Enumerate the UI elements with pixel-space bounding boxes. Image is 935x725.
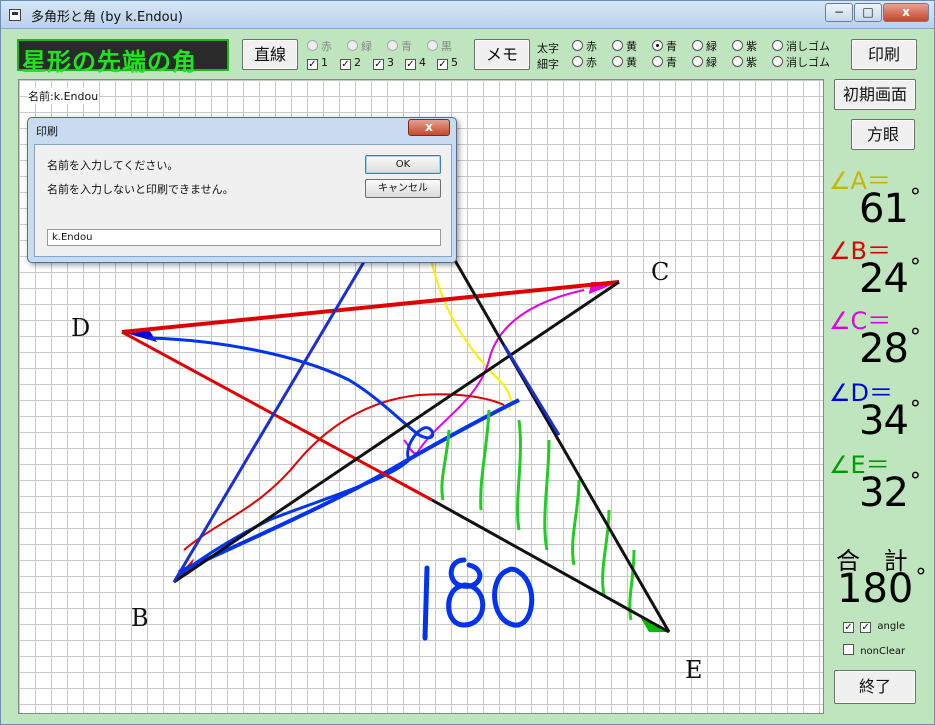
nonclear-checkbox-row[interactable]: nonClear: [843, 644, 905, 657]
close-button[interactable]: x: [883, 3, 929, 22]
radio-icon: [772, 40, 783, 51]
nonclear-label: nonClear: [860, 646, 906, 657]
memo-button[interactable]: メモ: [474, 39, 530, 70]
name-input[interactable]: [47, 229, 441, 246]
window-title: 多角形と角 (by k.Endou): [31, 10, 183, 25]
grid-toggle-button[interactable]: 方眼: [851, 119, 915, 150]
radio-icon: [307, 40, 318, 51]
maximize-button[interactable]: □: [854, 3, 882, 22]
dialog-body: 名前を入力してください。 名前を入力しないと印刷できません。 OK キャンセル: [34, 144, 452, 257]
thin-purple-radio[interactable]: 紫: [732, 56, 757, 70]
line-color-red-radio[interactable]: 赤: [307, 40, 332, 54]
minimize-button[interactable]: −: [825, 3, 853, 22]
angle-a-value: 61°: [859, 185, 921, 232]
checkmark-icon: ✓: [405, 59, 416, 70]
line-button[interactable]: 直線: [242, 39, 298, 70]
checkmark-icon: ✓: [437, 59, 448, 70]
dialog-message: 名前を入力してください。: [47, 159, 179, 172]
radio-icon: [772, 56, 783, 67]
radio-icon: [572, 40, 583, 51]
line-4-checkbox[interactable]: ✓ 4: [405, 56, 426, 70]
line-5-checkbox[interactable]: ✓ 5: [437, 56, 458, 70]
line-ae-blue: [502, 344, 561, 436]
line-color-green-radio[interactable]: 緑: [347, 40, 372, 54]
show-angle-checkbox[interactable]: ✓: [843, 622, 854, 633]
dialog-message: 名前を入力しないと印刷できません。: [47, 183, 234, 196]
thick-purple-radio[interactable]: 紫: [732, 40, 757, 54]
radio-icon: [427, 40, 438, 51]
vertex-d-label: D: [71, 314, 91, 342]
cancel-button[interactable]: キャンセル: [365, 179, 441, 198]
heading-text: 星形の先端の角: [22, 48, 197, 76]
line-ba: [172, 249, 373, 583]
print-dialog: 印刷 x 名前を入力してください。 名前を入力しないと印刷できません。 OK キ…: [27, 117, 457, 263]
handwritten-180: [422, 557, 535, 641]
nonclear-checkbox[interactable]: [843, 644, 854, 655]
radio-icon: [612, 40, 623, 51]
thick-eraser-radio[interactable]: 消しゴム: [772, 40, 830, 54]
radio-icon: [692, 56, 703, 67]
reset-screen-button[interactable]: 初期画面: [834, 79, 916, 110]
checkmark-icon: ✓: [340, 59, 351, 70]
thick-pen-label: 太字: [537, 42, 559, 55]
radio-icon: [732, 56, 743, 67]
checkmark-icon: ✓: [373, 59, 384, 70]
vertex-e-label: E: [685, 656, 703, 684]
thin-blue-radio[interactable]: 青: [652, 56, 677, 70]
title-bar[interactable]: 多角形と角 (by k.Endou) − □ x: [1, 1, 934, 29]
line-3-checkbox[interactable]: ✓ 3: [373, 56, 394, 70]
line-color-blue-radio[interactable]: 青: [387, 40, 412, 54]
thick-blue-radio[interactable]: 青: [652, 40, 677, 54]
radio-selected-icon: [652, 40, 663, 51]
angle-b-value: 24°: [859, 255, 921, 302]
dialog-close-button[interactable]: x: [408, 119, 450, 136]
thin-pen-label: 細字: [537, 58, 559, 71]
angle-d-value: 34°: [859, 397, 921, 444]
line-color-black-radio[interactable]: 黒: [427, 40, 452, 54]
radio-icon: [572, 56, 583, 67]
checkmark-icon: ✓: [307, 59, 318, 70]
app-icon[interactable]: [9, 9, 21, 21]
angle-e-value: 32°: [859, 469, 921, 516]
line-1-checkbox[interactable]: ✓ 1: [307, 56, 328, 70]
angle-checkboxes: ✓ ✓ angle: [843, 621, 905, 633]
activity-heading: 星形の先端の角: [17, 39, 229, 76]
ok-button[interactable]: OK: [365, 155, 441, 174]
thin-red-radio[interactable]: 赤: [572, 56, 597, 70]
print-button[interactable]: 印刷: [851, 39, 917, 70]
exit-button[interactable]: 終了: [834, 670, 916, 704]
red-stroke: [183, 393, 505, 551]
thick-green-radio[interactable]: 緑: [692, 40, 717, 54]
blue-stroke: [148, 336, 435, 577]
thick-red-radio[interactable]: 赤: [572, 40, 597, 54]
radio-icon: [732, 40, 743, 51]
radio-icon: [692, 40, 703, 51]
radio-icon: [347, 40, 358, 51]
radio-icon: [387, 40, 398, 51]
total-value: 180°: [837, 565, 927, 612]
yellow-stroke: [428, 249, 512, 411]
angle-c-value: 28°: [859, 325, 921, 372]
line-d-inner: [121, 330, 433, 502]
angle-checkbox[interactable]: ✓: [860, 622, 872, 633]
app-window: 多角形と角 (by k.Endou) − □ x 星形の先端の角 直線 赤 緑 …: [0, 0, 935, 725]
thick-yellow-radio[interactable]: 黄: [612, 40, 637, 54]
vertex-b-label: B: [131, 604, 149, 632]
line-2-checkbox[interactable]: ✓ 2: [340, 56, 361, 70]
thin-yellow-radio[interactable]: 黄: [612, 56, 637, 70]
line-dc: [121, 280, 620, 334]
angle-check-label: angle: [877, 621, 906, 632]
radio-icon: [612, 56, 623, 67]
thin-green-radio[interactable]: 緑: [692, 56, 717, 70]
vertex-c-label: C: [651, 258, 670, 286]
radio-icon: [652, 56, 663, 67]
thin-eraser-radio[interactable]: 消しゴム: [772, 56, 830, 70]
dialog-title: 印刷: [36, 125, 58, 138]
